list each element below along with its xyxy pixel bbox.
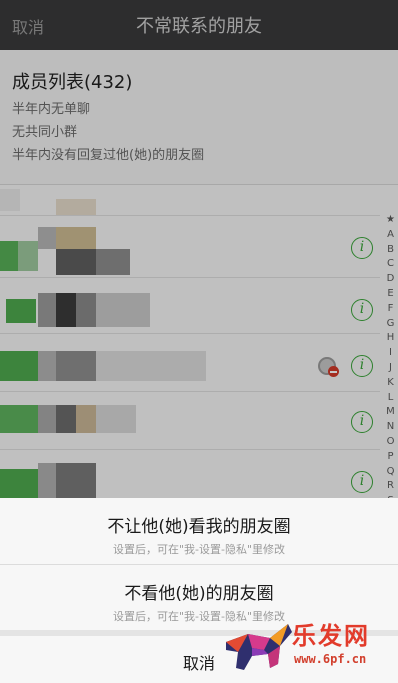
option-title: 不看他(她)的朋友圈 xyxy=(124,584,274,604)
option-subtitle: 设置后，可在"我-设置-隐私"里修改 xyxy=(112,543,286,556)
cancel-label: 取消 xyxy=(182,654,215,673)
bull-logo-icon xyxy=(226,624,292,670)
watermark-url: www.6pf.cn xyxy=(294,652,367,666)
option-title: 不让他(她)看我的朋友圈 xyxy=(107,517,291,537)
modal-backdrop[interactable] xyxy=(0,0,398,498)
watermark-logo: 乐发网 www.6pf.cn xyxy=(218,612,398,683)
watermark-brand: 乐发网 xyxy=(292,622,370,650)
hide-my-moments-option[interactable]: 不让他(她)看我的朋友圈 设置后，可在"我-设置-隐私"里修改 xyxy=(0,498,398,564)
